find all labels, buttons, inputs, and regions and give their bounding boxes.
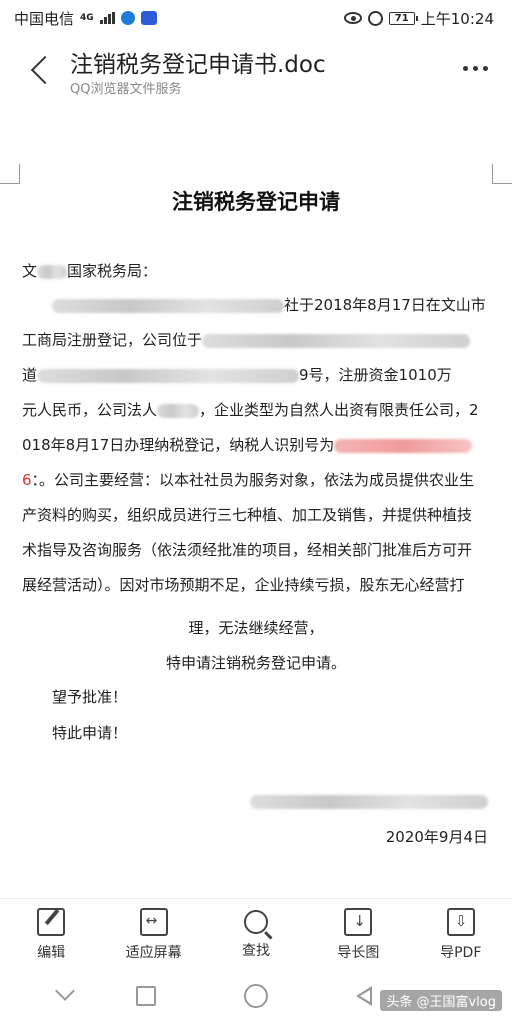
export-pdf-button[interactable]: 导PDF [416,907,506,962]
status-right: 71 上午10:24 [343,8,494,29]
app-notification-icon-2 [140,11,157,25]
network-type: 4G [80,12,94,23]
app-notification-icon [120,11,135,25]
body-line-3: 道 9号，注册资金1010万 [22,364,452,385]
body-text: 018年8月17日办理纳税登记，纳税人识别号为 [22,436,335,454]
redacted-text [37,368,300,383]
body-line-2: 工商局注册登记，公司位于 [22,329,471,350]
edit-icon [37,907,66,936]
watermark: 头条 @王国富vlog [380,990,502,1011]
body-text: 9号，注册资金1010万 [299,366,452,384]
system-nav-bar: 头条 @王国富vlog [0,970,512,1024]
battery-icon: 71 [388,11,418,25]
tool-label: 查找 [241,942,270,959]
search-icon [243,909,268,934]
alarm-icon [367,10,383,26]
body-line-4: 元人民币，公司法人 ，企业类型为自然人出资有限责任公司，2 [22,399,479,420]
body-line-7: 产资料的购买，组织成员进行三七种植、加工及销售，并提供种植技 [22,506,473,524]
closing-request: 望予批准！ [52,688,128,706]
body-line-11: 特申请注销税务登记申请。 [165,654,346,672]
status-bar: 中国电信 4G 71 上午10:24 [0,0,512,36]
recent-apps-button[interactable] [136,986,156,1006]
app-header: 注销税务登记申请书.doc QQ浏览器文件服务 [0,36,512,106]
chevron-down-icon[interactable] [54,984,78,1008]
signal-icon [99,12,115,24]
body-text: 元人民币，公司法人 [22,401,158,419]
closing-statement: 特此申请！ [52,724,128,742]
body-text: 道 [22,366,38,384]
more-options-button[interactable] [459,58,492,79]
back-nav-button[interactable] [354,984,378,1008]
redacted-text [37,264,68,279]
edit-button[interactable]: 编辑 [6,907,96,962]
back-button[interactable] [22,50,60,90]
export-long-image-button[interactable]: 导长图 [313,907,403,962]
tool-label: 编辑 [37,944,66,961]
body-text: ：。公司主要经营：以本社社员为服务对象，依法为成员提供农业生 [31,471,475,489]
eye-comfort-icon [343,12,362,24]
document-viewer[interactable]: 注销税务登记申请 文 国家税务局： 社于2018年8月17日在文山市 工商局注册登… [0,106,512,898]
body-text: 社于2018年8月17日在文山市 [284,296,486,314]
redacted-text [52,298,284,313]
body-line-5: 018年8月17日办理纳税登记，纳税人识别号为 [22,434,473,455]
body-line-10: 理，无法继续经营， [188,619,324,637]
application-date: 2020年9月4日 [385,828,488,846]
tool-label: 导PDF [440,944,482,961]
status-left: 中国电信 4G [14,8,157,29]
body-line-9: 展经营活动）。因对市场预期不足，企业持续亏损，股东无心经营打 [22,576,465,594]
addressee-prefix: 文 [22,262,38,280]
export-long-image-icon [344,907,373,936]
page-heading: 注销税务登记申请 [172,190,340,214]
body-line-6: 6：。公司主要经营：以本社社员为服务对象，依法为成员提供农业生 [22,469,474,490]
bottom-toolbar: 编辑 适应屏幕 查找 导长图 导PDF [0,898,512,970]
body-line-8: 术指导及咨询服务（依法须经批准的项目，经相关部门批准后方可开 [22,541,473,559]
find-button[interactable]: 查找 [211,909,301,960]
redacted-tax-id [334,438,473,453]
document-title: 注销税务登记申请书.doc [70,52,326,78]
more-dot-icon [483,66,488,71]
redacted-text [202,333,471,348]
redacted-text [250,794,488,809]
carrier-name: 中国电信 [14,9,75,28]
tool-label: 导长图 [337,944,380,961]
body-text: ，企业类型为自然人出资有限责任公司，2 [199,401,479,419]
fit-screen-icon [139,907,168,936]
addressee-suffix: 国家税务局： [67,262,158,280]
clock: 上午10:24 [420,9,494,28]
body-line-1: 社于2018年8月17日在文山市 [52,294,486,315]
export-pdf-icon [446,907,475,936]
chevron-left-icon [30,55,60,85]
document-subtitle: QQ浏览器文件服务 [70,82,182,97]
page-corner-mark [492,164,512,184]
more-dot-icon [463,66,468,71]
applicant-name [250,792,488,810]
home-button[interactable] [244,984,268,1008]
body-text: 工商局注册登记，公司位于 [22,331,203,349]
tool-label: 适应屏幕 [125,944,182,961]
more-dot-icon [473,66,478,71]
addressee: 文 国家税务局： [22,260,157,281]
fit-screen-button[interactable]: 适应屏幕 [109,907,199,962]
page-corner-mark [0,164,20,184]
battery-level: 71 [394,12,409,24]
tax-id-tail: 6 [22,471,32,489]
redacted-text [157,403,200,418]
